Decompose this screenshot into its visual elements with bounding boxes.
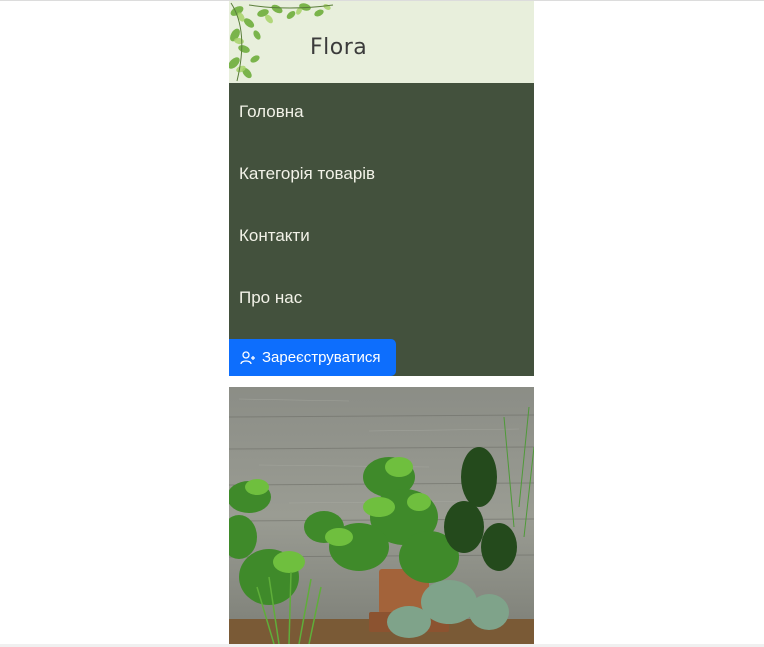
nav-item-about[interactable]: Про нас xyxy=(239,288,302,308)
hero-image xyxy=(229,387,534,644)
register-button-label: Зареєструватися xyxy=(262,349,381,366)
user-plus-icon xyxy=(240,350,255,364)
site-logo-text[interactable]: Flora xyxy=(310,35,367,60)
nav-item-categories[interactable]: Категорія товарів xyxy=(239,164,375,184)
register-button[interactable]: Зареєструватися xyxy=(229,339,396,376)
herb-plants-image xyxy=(229,387,534,644)
nav-item-contacts[interactable]: Контакти xyxy=(239,226,310,246)
site-header: Flora xyxy=(229,1,534,83)
page-container: Flora Головна Категорія товарів Контакти… xyxy=(229,1,534,376)
nav-item-home[interactable]: Головна xyxy=(239,102,304,122)
main-nav: Головна Категорія товарів Контакти Про н… xyxy=(229,83,534,376)
